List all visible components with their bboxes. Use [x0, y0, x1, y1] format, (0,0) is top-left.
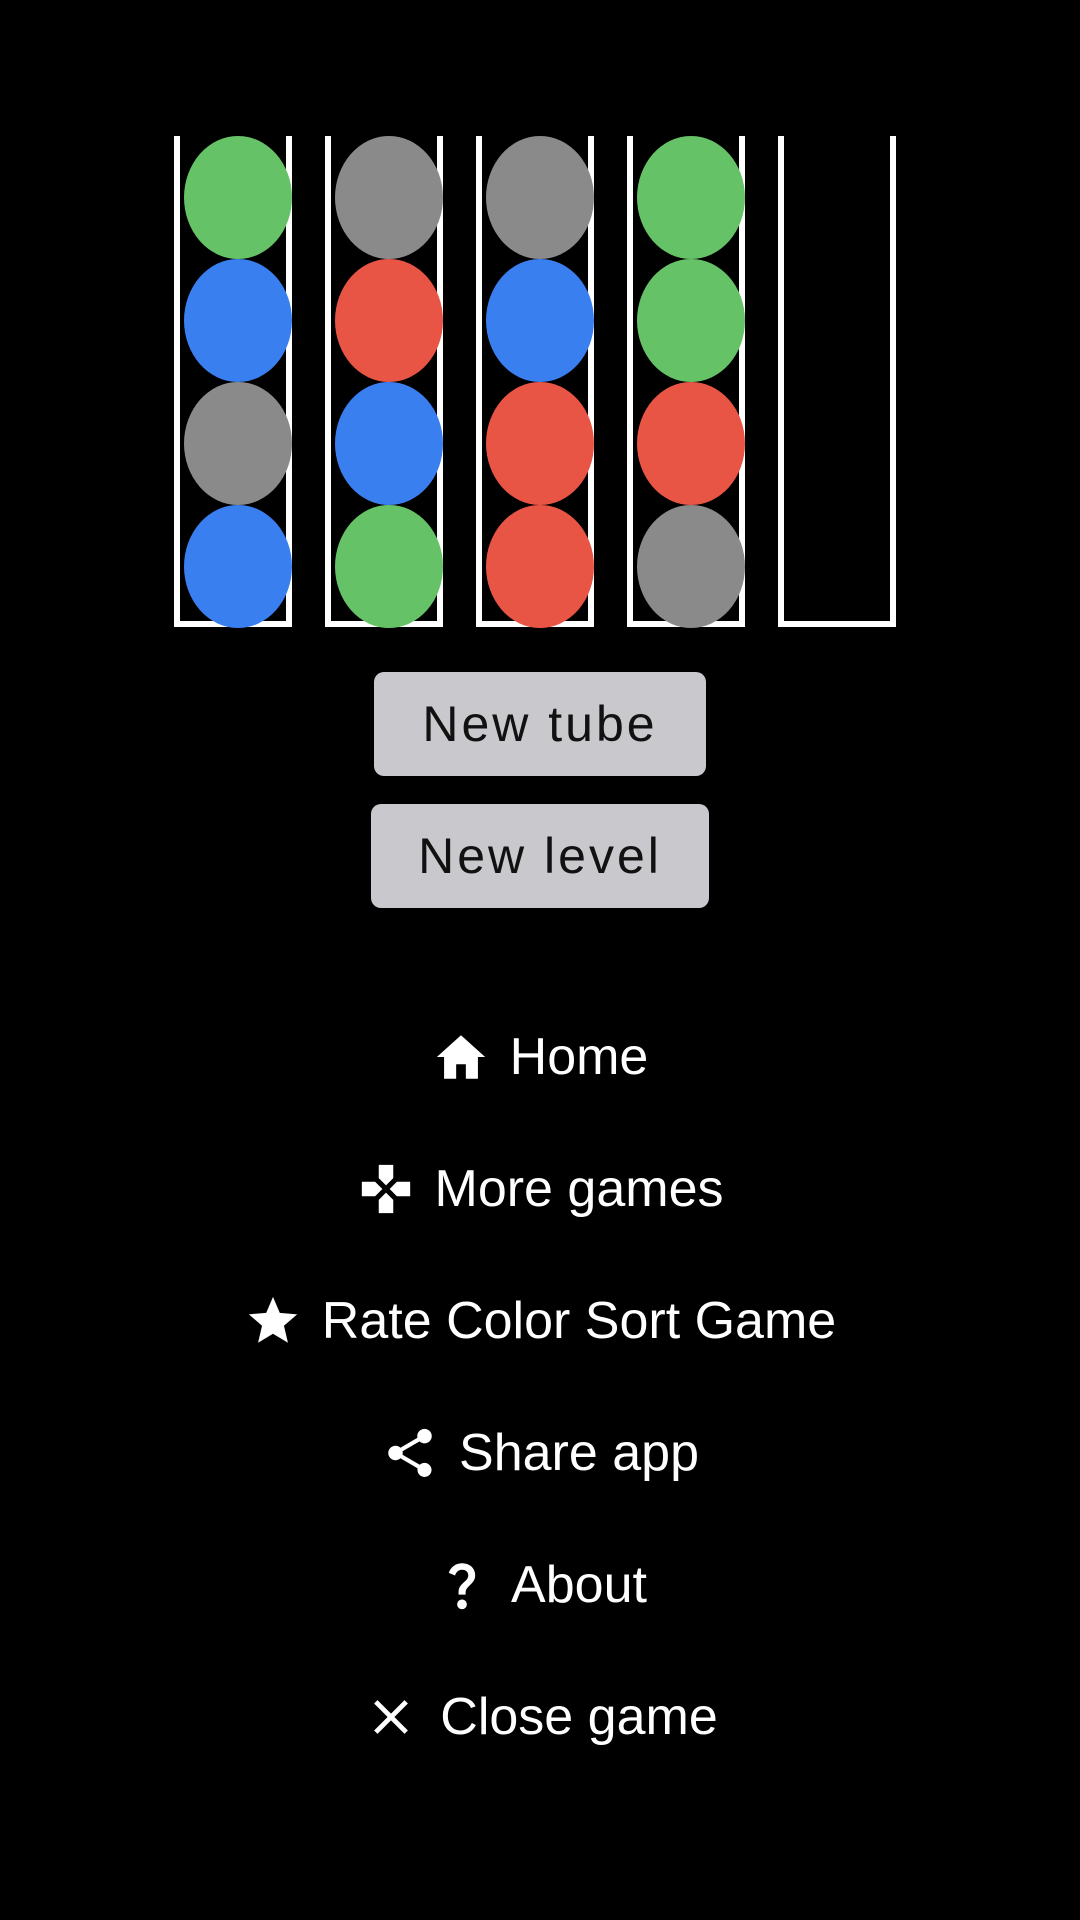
menu-item-label: About — [511, 1556, 647, 1614]
tube-3[interactable] — [476, 136, 594, 628]
home-icon — [432, 1028, 490, 1086]
ball-blue — [486, 259, 594, 382]
ball-gray — [335, 136, 443, 259]
new-tube-button[interactable]: New tube — [374, 672, 706, 776]
star-icon — [244, 1292, 302, 1350]
new-level-button[interactable]: New level — [371, 804, 709, 908]
ball-blue — [184, 505, 292, 628]
tube-2[interactable] — [325, 136, 443, 628]
menu-item-rate[interactable]: Rate Color Sort Game — [0, 1276, 1080, 1366]
ball-red — [335, 259, 443, 382]
tube-4[interactable] — [627, 136, 745, 628]
menu-item-about[interactable]: About — [0, 1540, 1080, 1630]
ball-green — [637, 259, 745, 382]
ball-red — [637, 382, 745, 505]
menu-item-label: Home — [509, 1028, 649, 1086]
ball-green — [335, 505, 443, 628]
ball-red — [486, 505, 594, 628]
ball-gray — [486, 136, 594, 259]
tube-5[interactable] — [778, 136, 896, 627]
menu-item-label: Rate Color Sort Game — [321, 1292, 837, 1350]
menu-item-more-games[interactable]: More games — [0, 1144, 1080, 1234]
menu-item-close[interactable]: Close game — [0, 1672, 1080, 1762]
tube-1[interactable] — [174, 136, 292, 628]
close-icon — [362, 1688, 420, 1746]
tubes-area — [0, 0, 1080, 640]
ball-gray — [637, 505, 745, 628]
ball-blue — [184, 259, 292, 382]
share-icon — [381, 1424, 439, 1482]
ball-blue — [335, 382, 443, 505]
gamepad-icon — [357, 1160, 415, 1218]
menu-item-label: More games — [434, 1160, 724, 1218]
ball-green — [637, 136, 745, 259]
menu-item-home[interactable]: Home — [0, 1012, 1080, 1102]
ball-green — [184, 136, 292, 259]
menu-item-label: Close game — [440, 1688, 718, 1746]
menu-item-label: Share app — [459, 1424, 699, 1482]
ball-gray — [184, 382, 292, 505]
menu-item-share[interactable]: Share app — [0, 1408, 1080, 1498]
question-icon — [433, 1556, 491, 1614]
ball-red — [486, 382, 594, 505]
